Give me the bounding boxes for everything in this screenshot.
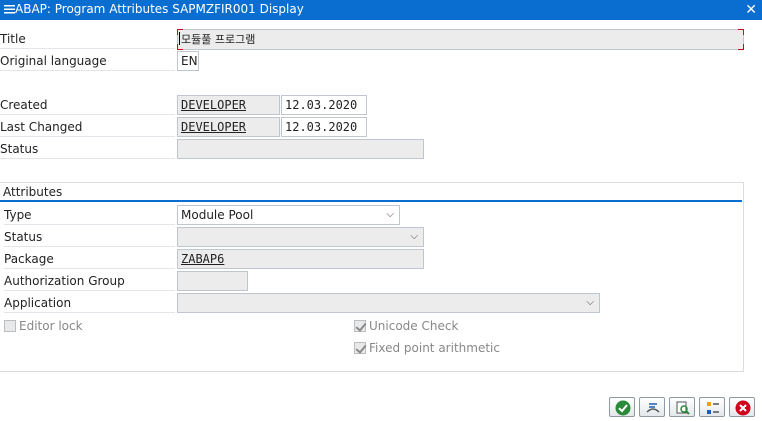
window-title-bar: ABAP: Program Attributes SAPMZFIR001 Dis…: [0, 0, 762, 20]
required-marker: [177, 29, 183, 35]
status-field[interactable]: [177, 139, 424, 159]
authorization-group-field[interactable]: [177, 271, 248, 291]
editor-lock-label: Editor lock: [19, 319, 83, 333]
type-dropdown[interactable]: Module Pool ⌵: [177, 205, 400, 225]
created-label: Created: [0, 95, 175, 115]
cancel-icon: [735, 400, 751, 416]
chevron-down-icon[interactable]: ⌵: [386, 206, 394, 224]
attr-status-dropdown[interactable]: ⌵: [177, 227, 424, 247]
chevron-down-icon[interactable]: ⌵: [586, 294, 594, 312]
last-changed-by-field[interactable]: DEVELOPER: [177, 117, 280, 137]
application-label: Application: [4, 293, 175, 313]
created-date-field[interactable]: 12.03.2020: [281, 95, 367, 115]
title-value: 모듈풀 프로그램: [181, 33, 256, 46]
unicode-check-label: Unicode Check: [369, 319, 459, 333]
cancel-button[interactable]: [729, 397, 755, 417]
package-label: Package: [4, 249, 175, 269]
status-label: Status: [0, 139, 175, 159]
package-field[interactable]: ZABAP6: [177, 249, 424, 269]
authorization-group-label: Authorization Group: [4, 271, 175, 291]
texts-button[interactable]: [639, 397, 665, 417]
confirm-button[interactable]: [609, 397, 635, 417]
required-marker: [177, 44, 183, 50]
search-list-icon: [676, 401, 690, 415]
checkbox-checked-icon[interactable]: [354, 342, 366, 354]
original-language-label: Original language: [0, 51, 175, 71]
original-language-field[interactable]: EN: [177, 51, 199, 71]
text-elements-icon: [646, 403, 660, 413]
chevron-down-icon[interactable]: ⌵: [410, 228, 418, 246]
type-value: Module Pool: [181, 208, 254, 222]
sap-menu-icon[interactable]: [4, 4, 15, 15]
fixed-point-label: Fixed point arithmetic: [369, 341, 500, 355]
checkbox-checked-icon[interactable]: [354, 320, 366, 332]
editor-lock-checkbox[interactable]: Editor lock: [4, 318, 83, 334]
attr-status-label: Status: [4, 227, 175, 247]
created-by-field[interactable]: DEVELOPER: [177, 95, 280, 115]
checkbox-unchecked-icon[interactable]: [4, 320, 16, 332]
close-icon[interactable]: ✕: [745, 2, 757, 18]
application-dropdown[interactable]: ⌵: [177, 293, 600, 313]
unicode-check-checkbox[interactable]: Unicode Check: [354, 318, 458, 334]
required-marker: [738, 29, 744, 35]
check-icon: [615, 400, 631, 416]
attributes-group-title: Attributes: [3, 185, 63, 199]
object-list-icon: [707, 402, 719, 414]
title-label: Title: [0, 29, 175, 49]
where-used-button[interactable]: [669, 397, 695, 417]
group-divider: [0, 200, 742, 202]
last-changed-label: Last Changed: [0, 117, 175, 137]
required-marker: [738, 44, 744, 50]
fixed-point-checkbox[interactable]: Fixed point arithmetic: [354, 340, 500, 356]
title-field[interactable]: 모듈풀 프로그램: [177, 29, 744, 50]
last-changed-date-field[interactable]: 12.03.2020: [281, 117, 367, 137]
display-object-button[interactable]: [699, 397, 725, 417]
type-label: Type: [4, 205, 175, 225]
window-title: ABAP: Program Attributes SAPMZFIR001 Dis…: [15, 2, 304, 16]
